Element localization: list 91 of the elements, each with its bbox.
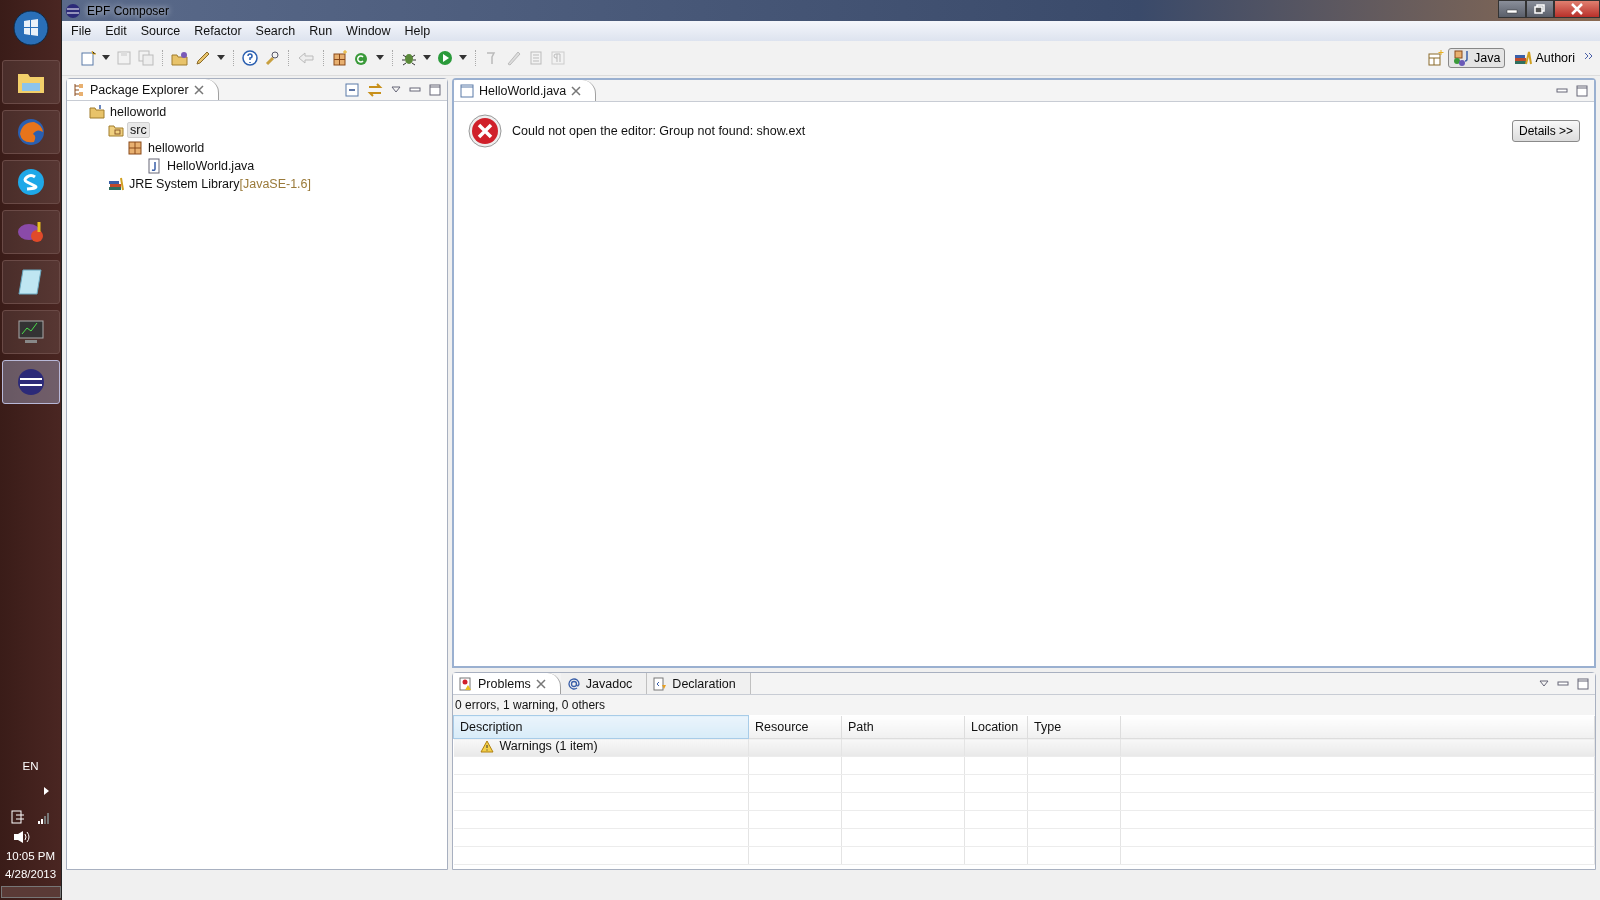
open-perspective-icon[interactable] <box>1428 50 1444 66</box>
tree-item[interactable]: JRE System Library[JavaSE-1.6] <box>127 177 314 191</box>
menu-item[interactable]: File <box>64 24 99 38</box>
close-icon <box>1570 3 1584 15</box>
clock-time[interactable]: 10:05 PM <box>5 850 56 862</box>
books-icon <box>108 176 124 192</box>
view-tab[interactable]: Problems <box>453 673 561 694</box>
minimize-icon[interactable] <box>1556 86 1568 95</box>
problems-icon <box>459 676 473 691</box>
open-folder-icon[interactable] <box>171 50 189 66</box>
search-help-icon[interactable] <box>264 50 280 66</box>
package-icon <box>127 140 143 156</box>
column-header[interactable]: Type <box>1027 715 1121 739</box>
marker-icon[interactable] <box>506 50 522 66</box>
menu-item[interactable]: Search <box>248 24 303 38</box>
close-icon[interactable] <box>193 84 204 95</box>
menu-item[interactable]: Help <box>397 24 438 38</box>
file-icon <box>460 83 474 98</box>
dropdown-arrow-icon[interactable] <box>102 55 110 61</box>
run-icon[interactable] <box>437 50 453 66</box>
column-header[interactable]: Description <box>453 715 749 739</box>
taskbar-app-button[interactable] <box>1 260 60 304</box>
error-icon <box>468 114 502 148</box>
editor-tab[interactable]: HelloWorld.java <box>454 80 597 101</box>
perspective-button[interactable]: Authori <box>1509 48 1580 68</box>
view-tab[interactable]: Declaration <box>647 673 751 694</box>
tree-item[interactable]: helloworld <box>108 105 169 119</box>
minimize-icon[interactable] <box>409 85 421 94</box>
taskbar-app-button[interactable] <box>1 60 60 104</box>
column-header[interactable]: Path <box>841 715 965 739</box>
start-button[interactable] <box>10 8 51 48</box>
taskbar-app-button[interactable] <box>1 360 60 404</box>
dropdown-arrow-icon[interactable] <box>459 55 467 61</box>
at-sign-icon <box>566 676 581 691</box>
perspective-button[interactable]: Java <box>1448 48 1506 68</box>
java-file-icon <box>146 158 162 174</box>
link-arrows-icon[interactable] <box>367 82 383 97</box>
menu-item[interactable]: Edit <box>98 24 134 38</box>
restore-icon <box>1534 4 1546 14</box>
package-explorer-tab[interactable]: Package Explorer <box>67 79 219 100</box>
eclipse-icon <box>65 2 81 19</box>
taskbar-app-button[interactable] <box>1 160 60 204</box>
window-title: EPF Composer <box>87 3 170 18</box>
menu-item[interactable]: Window <box>339 24 398 38</box>
dropdown-arrow-icon[interactable] <box>217 55 225 61</box>
maximize-icon[interactable] <box>429 83 441 96</box>
help-icon[interactable] <box>242 50 258 66</box>
close-icon[interactable] <box>571 85 582 96</box>
new-package-icon[interactable] <box>332 50 348 66</box>
minimize-button[interactable] <box>1498 0 1526 18</box>
warning-icon <box>479 739 494 753</box>
new-file-icon[interactable] <box>80 50 96 66</box>
power-plug-icon[interactable] <box>10 808 25 824</box>
problems-summary: 0 errors, 1 warning, 0 others <box>453 695 1595 715</box>
books-icon <box>1514 50 1533 66</box>
tree-item[interactable]: src <box>127 122 150 138</box>
menu-item[interactable]: Refactor <box>187 24 249 38</box>
language-indicator[interactable]: EN <box>22 760 39 772</box>
show-desktop-button[interactable] <box>0 886 61 898</box>
java-perspective-icon <box>1453 50 1471 66</box>
minimize-icon[interactable] <box>1557 679 1569 688</box>
package-explorer-icon <box>73 82 85 97</box>
project-folder-icon <box>89 104 105 120</box>
restore-button[interactable] <box>1526 0 1554 18</box>
clock-date[interactable]: 4/28/2013 <box>4 868 57 880</box>
view-menu-icon[interactable] <box>391 85 401 94</box>
dropdown-arrow-icon[interactable] <box>376 55 384 61</box>
tree-item[interactable]: HelloWorld.java <box>165 159 257 173</box>
column-header[interactable]: Resource <box>748 715 842 739</box>
more-chevron-icon[interactable] <box>1584 52 1594 60</box>
view-tab[interactable]: Javadoc <box>560 673 648 694</box>
error-message: Could not open the editor: Group not found: show.ext <box>512 124 806 138</box>
view-menu-icon[interactable] <box>1539 679 1549 688</box>
expand-arrow-icon[interactable] <box>41 786 50 796</box>
close-button[interactable] <box>1554 0 1600 18</box>
speaker-icon[interactable] <box>12 830 31 844</box>
dropdown-arrow-icon[interactable] <box>423 55 431 61</box>
new-class-icon[interactable] <box>354 50 370 66</box>
declaration-icon <box>653 676 668 691</box>
pen-icon[interactable] <box>195 50 211 66</box>
maximize-icon[interactable] <box>1577 677 1589 690</box>
column-header[interactable]: Location <box>964 715 1028 739</box>
maximize-icon[interactable] <box>1576 84 1588 97</box>
close-icon[interactable] <box>535 678 546 689</box>
menu-item[interactable]: Source <box>133 24 188 38</box>
details-button[interactable]: Details >> <box>1511 120 1580 142</box>
source-folder-icon <box>108 122 124 138</box>
collapse-all-icon[interactable] <box>345 82 359 97</box>
signal-bars-icon[interactable] <box>36 812 51 824</box>
tree-item[interactable]: helloworld <box>146 141 207 155</box>
menu-item[interactable]: Run <box>302 24 340 38</box>
